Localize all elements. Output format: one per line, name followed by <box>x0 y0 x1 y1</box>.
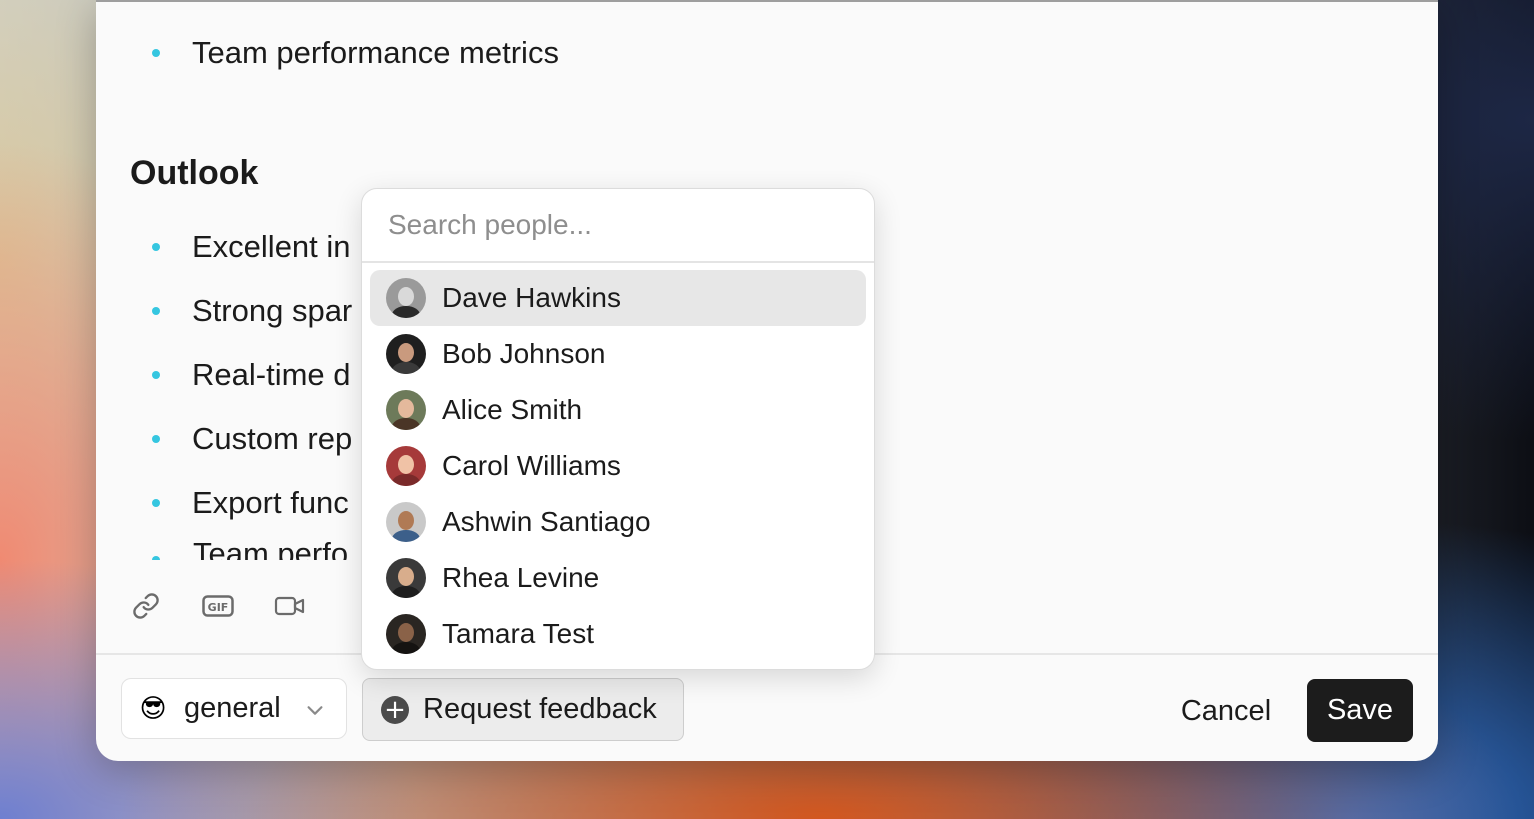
request-feedback-label: Request feedback <box>423 693 657 725</box>
section-heading: Outlook <box>130 154 259 192</box>
bullet-dot <box>152 49 160 57</box>
person-name: Carol Williams <box>442 450 621 481</box>
avatar <box>386 390 426 430</box>
editor-toolbar: GIF <box>130 590 306 622</box>
avatar <box>386 334 426 374</box>
gif-icon-label: GIF <box>208 601 229 614</box>
channel-select[interactable]: 😎 general <box>121 678 347 739</box>
person-name: Alice Smith <box>442 394 583 425</box>
bullet-dot <box>152 307 160 315</box>
list-item: Real-time d <box>152 355 351 395</box>
list-item: Export func <box>152 483 349 523</box>
list-item: Excellent in <box>152 227 351 267</box>
panel-top-edge <box>96 0 1438 2</box>
person-option-ashwin-santiago[interactable]: Ashwin Santiago <box>370 494 866 550</box>
person-option-alice-smith[interactable]: Alice Smith <box>370 382 866 438</box>
person-name: Tamara Test <box>442 618 594 649</box>
person-option-tamara-test[interactable]: Tamara Test <box>370 606 866 662</box>
list-item: Custom rep <box>152 419 352 459</box>
link-icon[interactable] <box>130 590 162 622</box>
list-item-text: Export func <box>192 485 349 520</box>
video-icon[interactable] <box>274 590 306 622</box>
avatar <box>386 446 426 486</box>
list-item: Team performance metrics <box>152 33 559 73</box>
person-option-dave-hawkins[interactable]: Dave Hawkins <box>370 270 866 326</box>
cancel-button[interactable]: Cancel <box>1164 684 1288 738</box>
list-item-text-clipped: Team perfo <box>193 536 349 560</box>
people-dropdown: Dave Hawkins Bob Johnson Alice Smith Car… <box>361 188 875 670</box>
person-name: Ashwin Santiago <box>442 506 651 537</box>
search-people-input[interactable] <box>362 189 874 261</box>
person-name: Dave Hawkins <box>442 282 621 313</box>
channel-emoji: 😎 <box>139 693 167 724</box>
chevron-down-icon <box>307 706 323 715</box>
person-name: Rhea Levine <box>442 562 600 593</box>
bullet-dot <box>152 499 160 507</box>
search-divider <box>362 261 874 263</box>
gif-icon[interactable]: GIF <box>202 590 234 622</box>
request-feedback-button[interactable]: + Request feedback <box>362 678 684 741</box>
list-item-text: Strong spar <box>192 293 353 328</box>
person-option-rhea-levine[interactable]: Rhea Levine <box>370 550 866 606</box>
avatar <box>386 278 426 318</box>
person-option-bob-johnson[interactable]: Bob Johnson <box>370 326 866 382</box>
bullet-dot <box>152 371 160 379</box>
bullet-dot <box>152 556 160 560</box>
list-item-text: Real-time d <box>192 357 351 392</box>
avatar <box>386 502 426 542</box>
bullet-dot <box>152 243 160 251</box>
person-name: Bob Johnson <box>442 338 606 369</box>
person-option-carol-williams[interactable]: Carol Williams <box>370 438 866 494</box>
channel-label: general <box>184 692 281 724</box>
list-item-text: Custom rep <box>192 421 353 456</box>
avatar <box>386 614 426 654</box>
bullet-dot <box>152 435 160 443</box>
avatar <box>386 558 426 598</box>
plus-circle-icon: + <box>381 695 409 724</box>
list-item-text: Excellent in <box>192 229 351 264</box>
save-button[interactable]: Save <box>1307 679 1413 742</box>
list-item: Strong spar <box>152 291 352 331</box>
list-item-text: Team performance metrics <box>192 35 559 70</box>
